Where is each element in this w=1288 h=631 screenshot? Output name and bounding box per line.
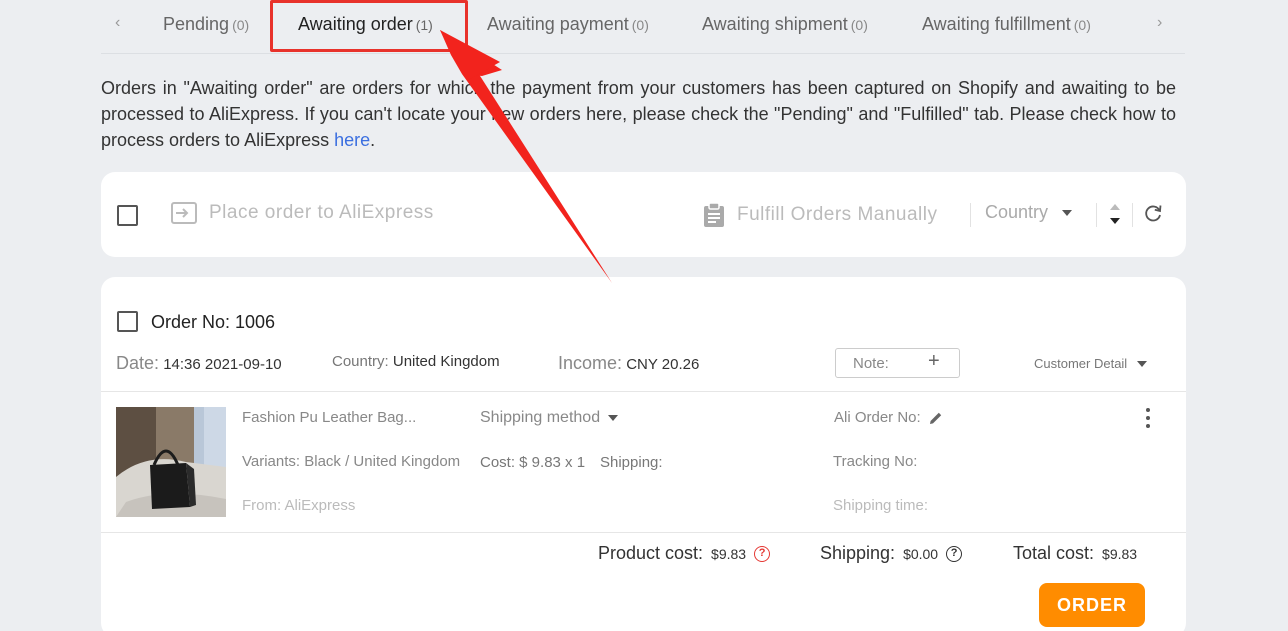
order-date: Date: 14:36 2021-09-10 [116,353,282,374]
chevron-right-icon[interactable]: › [1157,14,1162,32]
place-order-button[interactable]: Place order to AliExpress [171,202,434,224]
select-all-checkbox[interactable] [117,205,138,226]
order-country: Country: United Kingdom [332,353,500,370]
order-status-tabs: ‹ Pending (0) Awaiting order (1) Awaiting … [101,0,1185,54]
divider [970,203,971,227]
date-value: 14:36 2021-09-10 [163,356,282,373]
order-button[interactable]: ORDER [1039,583,1145,627]
ali-order-label: Ali Order No: [834,409,921,426]
order-number: Order No: 1006 [151,312,276,332]
more-vertical-icon[interactable] [1141,407,1155,429]
order-card: Order No: 1006 Date: 14:36 2021-09-10 Co… [101,277,1186,631]
caret-down-icon [608,415,619,421]
help-link[interactable]: here [334,130,370,150]
customer-detail-toggle[interactable]: Customer Detail [1034,356,1148,371]
tracking-number: Tracking No: [833,453,918,470]
divider [1096,203,1097,227]
place-order-label: Place order to AliExpress [209,202,434,223]
shipping-summary: Shipping: $0.00 ? [820,543,963,564]
income-label: Income: [558,353,623,373]
date-label: Date: [116,353,160,373]
ali-order-number: Ali Order No: [834,409,943,426]
divider [1132,203,1133,227]
tab-awaiting-payment[interactable]: Awaiting payment (0) [487,14,649,35]
divider [101,532,1186,533]
tab-label: Awaiting fulfillment [922,14,1071,34]
shipping-total-label: Shipping: [820,543,896,563]
note-button[interactable]: Note: + [835,348,960,378]
divider [101,391,1186,392]
income-value: CNY 20.26 [626,356,700,373]
country-label: Country: [332,353,389,370]
product-cost-summary: Product cost: $9.83 ? [598,543,771,564]
caret-down-icon [1137,360,1148,367]
total-cost-summary: Total cost: $9.83 [1013,543,1137,564]
tab-count: (0) [631,17,649,33]
refresh-icon[interactable] [1143,203,1163,223]
pencil-icon[interactable] [929,411,943,425]
tab-awaiting-shipment[interactable]: Awaiting shipment (0) [702,14,868,35]
shipping-total-value: $0.00 [903,545,939,562]
tab-count: (0) [1073,17,1091,33]
product-variants: Variants: Black / United Kingdom [242,453,461,470]
help-icon[interactable]: ? [946,545,963,562]
plus-icon: + [928,350,940,372]
item-shipping: Shipping: [600,454,663,471]
tab-label: Awaiting payment [487,14,629,34]
chevron-left-icon[interactable]: ‹ [115,14,120,32]
caret-down-icon [1062,209,1073,216]
fulfill-manually-label: Fulfill Orders Manually [737,204,938,225]
total-cost-label: Total cost: [1013,543,1095,563]
item-cost: Cost: $ 9.83 x 1 [480,454,586,471]
bulk-actions-toolbar: Place order to AliExpress Fulfill Orders… [101,172,1186,257]
shipping-method-select[interactable]: Shipping method [480,409,619,427]
clipboard-icon [704,202,724,227]
tab-label: Awaiting shipment [702,14,848,34]
product-thumbnail[interactable] [116,407,226,517]
annotation-highlight-box [270,0,468,52]
shipping-time: Shipping time: [833,497,929,514]
shipping-method-label: Shipping method [480,409,601,426]
note-label: Note: [853,355,889,372]
product-cost-value: $9.83 [711,545,747,562]
place-order-icon [171,202,197,224]
product-cost-label: Product cost: [598,543,704,563]
info-suffix: . [370,130,376,150]
tab-label: Pending [163,14,230,34]
order-income: Income: CNY 20.26 [558,353,699,374]
tab-awaiting-fulfillment[interactable]: Awaiting fulfillment (0) [922,14,1091,35]
tab-count: (0) [232,17,250,33]
sort-icon[interactable] [1109,202,1121,228]
country-value: United Kingdom [392,353,500,370]
country-select-label: Country [985,202,1049,222]
tab-pending[interactable]: Pending (0) [163,14,249,35]
help-icon[interactable]: ? [754,545,771,562]
customer-detail-label: Customer Detail [1034,356,1128,371]
tab-count: (0) [850,17,868,33]
country-select[interactable]: Country [985,202,1073,223]
product-image [116,407,226,517]
product-title-link[interactable]: Fashion Pu Leather Bag... [242,409,416,426]
fulfill-manually-button[interactable]: Fulfill Orders Manually [703,202,938,228]
order-checkbox[interactable] [117,311,138,332]
info-text: Orders in "Awaiting order" are orders fo… [101,78,1176,150]
info-description: Orders in "Awaiting order" are orders fo… [101,75,1176,153]
total-cost-value: $9.83 [1102,545,1138,562]
product-source: From: AliExpress [242,497,356,514]
